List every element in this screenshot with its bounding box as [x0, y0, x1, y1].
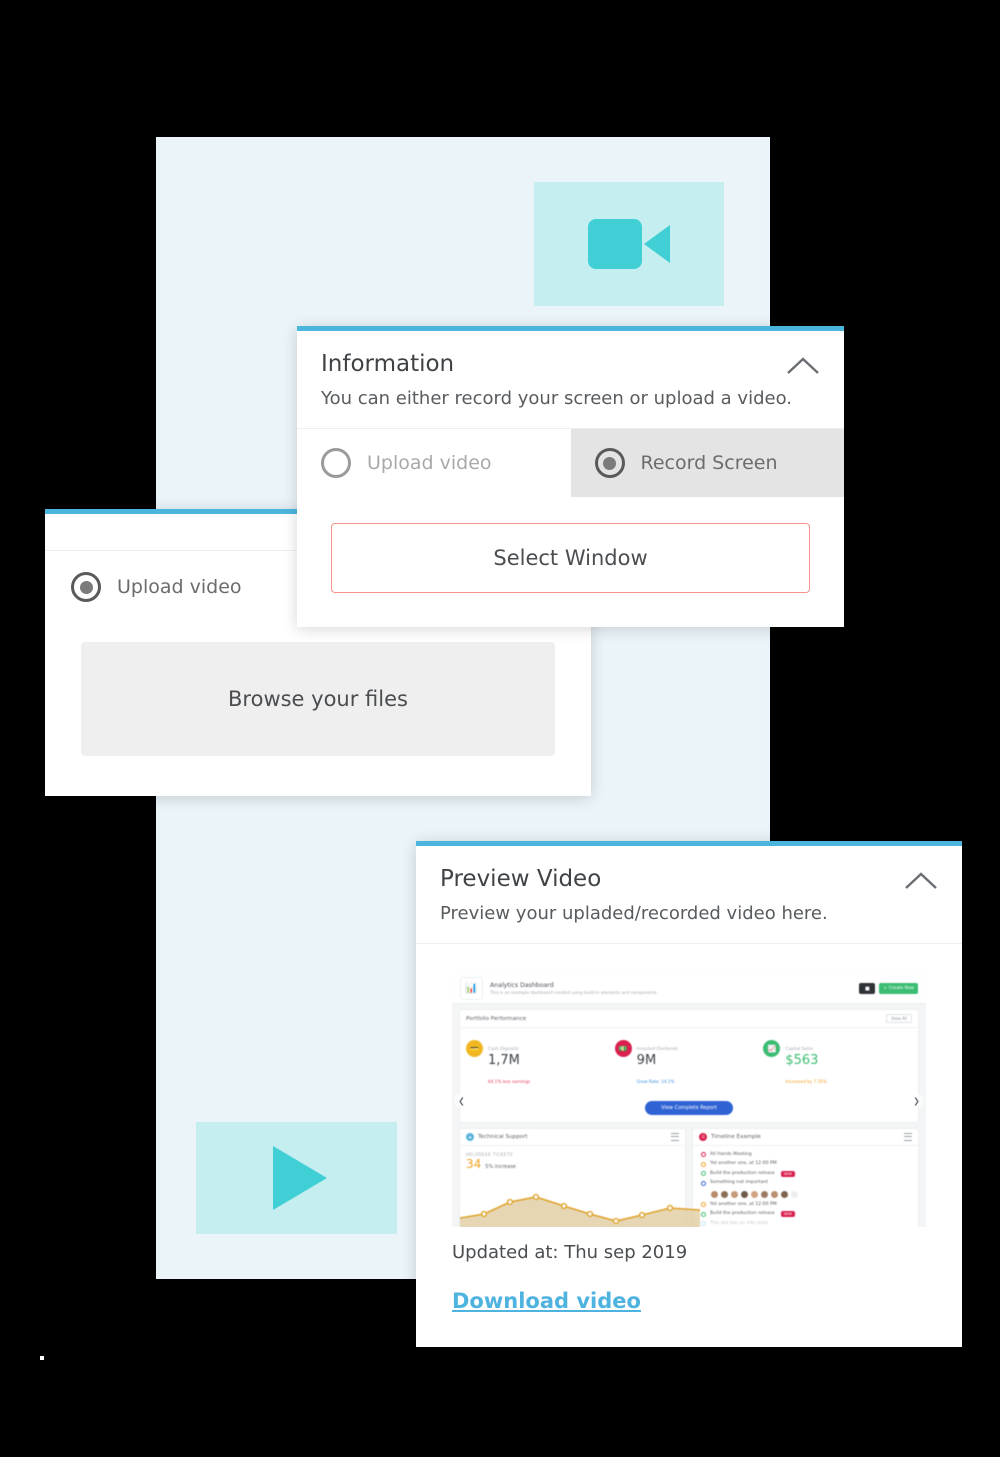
preview-video-card: Preview Video Preview your upladed/recor…: [416, 841, 962, 1348]
preview-subtitle: Preview your upladed/recorded video here…: [440, 902, 828, 924]
option-upload-video-label: Upload video: [367, 452, 492, 475]
download-video-link[interactable]: Download video: [452, 1289, 641, 1313]
information-card: Information You can either record your s…: [297, 326, 844, 628]
video-camera-placeholder: [534, 182, 724, 306]
video-play-placeholder: [196, 1122, 397, 1234]
updated-at-text: Updated at: Thu sep 2019: [452, 1242, 688, 1264]
information-title: Information: [321, 351, 455, 377]
chevron-right-icon[interactable]: ❯: [909, 1093, 924, 1109]
option-record-screen-label: Record Screen: [640, 452, 778, 475]
fullscreen-icon[interactable]: [834, 1087, 860, 1114]
radio-unchecked-icon[interactable]: [321, 448, 351, 479]
information-card-header: Information You can either record your s…: [297, 331, 844, 430]
play-icon[interactable]: [478, 1081, 508, 1120]
information-card-body: Select Window: [297, 497, 844, 627]
information-subtitle: You can either record your screen or upl…: [321, 387, 792, 409]
upload-video-option-label: Upload video: [117, 576, 242, 598]
chevron-left-icon[interactable]: ❮: [454, 1093, 469, 1109]
preview-card-body: 📊 Analytics Dashboard This is an example…: [416, 944, 962, 1347]
select-window-button[interactable]: Select Window: [331, 523, 810, 594]
chevron-up-icon[interactable]: [784, 353, 822, 381]
video-camera-icon: [588, 219, 670, 269]
radio-checked-icon[interactable]: [594, 448, 625, 479]
video-player[interactable]: 📊 Analytics Dashboard This is an example…: [452, 974, 926, 1228]
option-upload-video[interactable]: Upload video: [297, 429, 571, 498]
video-controls-overlay: ❮ ❯ 0:00: [452, 974, 926, 1227]
video-time: 0:00: [527, 1082, 599, 1119]
radio-checked-icon[interactable]: [71, 572, 101, 602]
preview-card-header: Preview Video Preview your upladed/recor…: [416, 846, 962, 945]
browse-files-dropzone[interactable]: Browse your files: [81, 642, 555, 756]
option-record-screen[interactable]: Record Screen: [570, 429, 844, 498]
play-triangle-icon: [272, 1146, 327, 1210]
preview-title: Preview Video: [440, 866, 602, 892]
corner-dot-artifact: [40, 1356, 44, 1360]
kebab-menu-icon[interactable]: [893, 1087, 898, 1115]
screenshot-stage: Upload video Browse your files Informati…: [0, 0, 1000, 1457]
chevron-up-icon[interactable]: [902, 868, 940, 896]
source-option-tabs: Upload video Record Screen: [297, 429, 844, 498]
